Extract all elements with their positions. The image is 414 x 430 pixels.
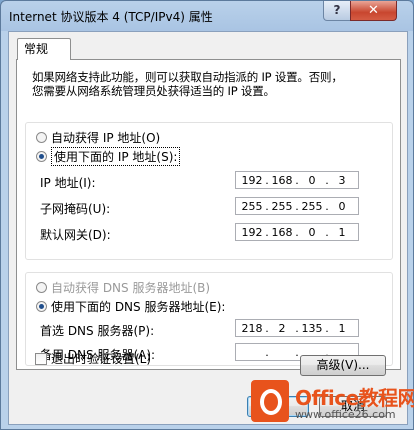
tab-panel-general: 如果网络支持此功能，则可以获取自动指派的 IP 设置。否则， 您需要从网络系统管… bbox=[16, 59, 401, 370]
subnet-mask-input[interactable]: 255 . 255 . 255 . 0 bbox=[235, 197, 359, 215]
subnet-mask-label: 子网掩码(U): bbox=[40, 202, 111, 216]
auto-ip-label: 自动获得 IP 地址(O) bbox=[51, 130, 161, 145]
manual-ip-label: 使用下面的 IP 地址(S): bbox=[51, 146, 181, 166]
auto-dns-radio[interactable]: 自动获得 DNS 服务器地址(B) bbox=[36, 279, 210, 295]
manual-ip-radio[interactable]: 使用下面的 IP 地址(S): bbox=[36, 146, 181, 166]
radio-selected-icon bbox=[36, 300, 47, 312]
dialog-client: 常规 如果网络支持此功能，则可以获取自动指派的 IP 设置。否则， 您需要从网络… bbox=[8, 31, 408, 425]
advanced-button[interactable]: 高级(V)... bbox=[300, 355, 386, 376]
validate-on-exit-label: 退出时验证设置(L) bbox=[51, 352, 152, 366]
radio-icon bbox=[36, 131, 47, 143]
radio-disabled-icon bbox=[36, 281, 47, 293]
checkbox-icon bbox=[35, 352, 47, 365]
preferred-dns-input[interactable]: 218 . 2 . 135 . 1 bbox=[235, 319, 359, 337]
validate-on-exit-checkbox[interactable]: 退出时验证设置(L) bbox=[35, 350, 151, 367]
auto-dns-label: 自动获得 DNS 服务器地址(B) bbox=[51, 280, 211, 295]
default-gateway-input[interactable]: 192 . 168 . 0 . 1 bbox=[235, 223, 359, 241]
ip-address-label: IP 地址(I): bbox=[40, 176, 96, 190]
office-logo-icon bbox=[251, 380, 289, 422]
window-title: Internet 协议版本 4 (TCP/IPv4) 属性 bbox=[9, 10, 213, 24]
watermark-text: Office教程网 bbox=[295, 386, 414, 410]
default-gateway-label: 默认网关(D): bbox=[40, 228, 111, 242]
manual-dns-radio[interactable]: 使用下面的 DNS 服务器地址(E): bbox=[36, 298, 225, 314]
watermark-url: www.office26.com bbox=[295, 408, 396, 421]
help-button[interactable]: ? bbox=[323, 1, 351, 21]
dialog-window: Internet 协议版本 4 (TCP/IPv4) 属性 ? ✕ 常规 如果网… bbox=[0, 0, 414, 430]
auto-ip-radio[interactable]: 自动获得 IP 地址(O) bbox=[36, 129, 160, 145]
tab-general[interactable]: 常规 bbox=[17, 38, 71, 60]
watermark: Office教程网 www.office26.com bbox=[251, 380, 414, 428]
title-bar[interactable]: Internet 协议版本 4 (TCP/IPv4) 属性 ? ✕ bbox=[1, 1, 413, 31]
preferred-dns-label: 首选 DNS 服务器(P): bbox=[40, 324, 155, 338]
radio-selected-icon bbox=[36, 150, 47, 162]
intro-text: 如果网络支持此功能，则可以获取自动指派的 IP 设置。否则， 您需要从网络系统管… bbox=[32, 70, 343, 98]
manual-dns-label: 使用下面的 DNS 服务器地址(E): bbox=[51, 299, 226, 314]
ip-group: 自动获得 IP 地址(O) 使用下面的 IP 地址(S): IP 地址(I): … bbox=[25, 122, 393, 260]
close-button[interactable]: ✕ bbox=[350, 1, 397, 21]
ip-address-input[interactable]: 192 . 168 . 0 . 3 bbox=[235, 171, 359, 189]
